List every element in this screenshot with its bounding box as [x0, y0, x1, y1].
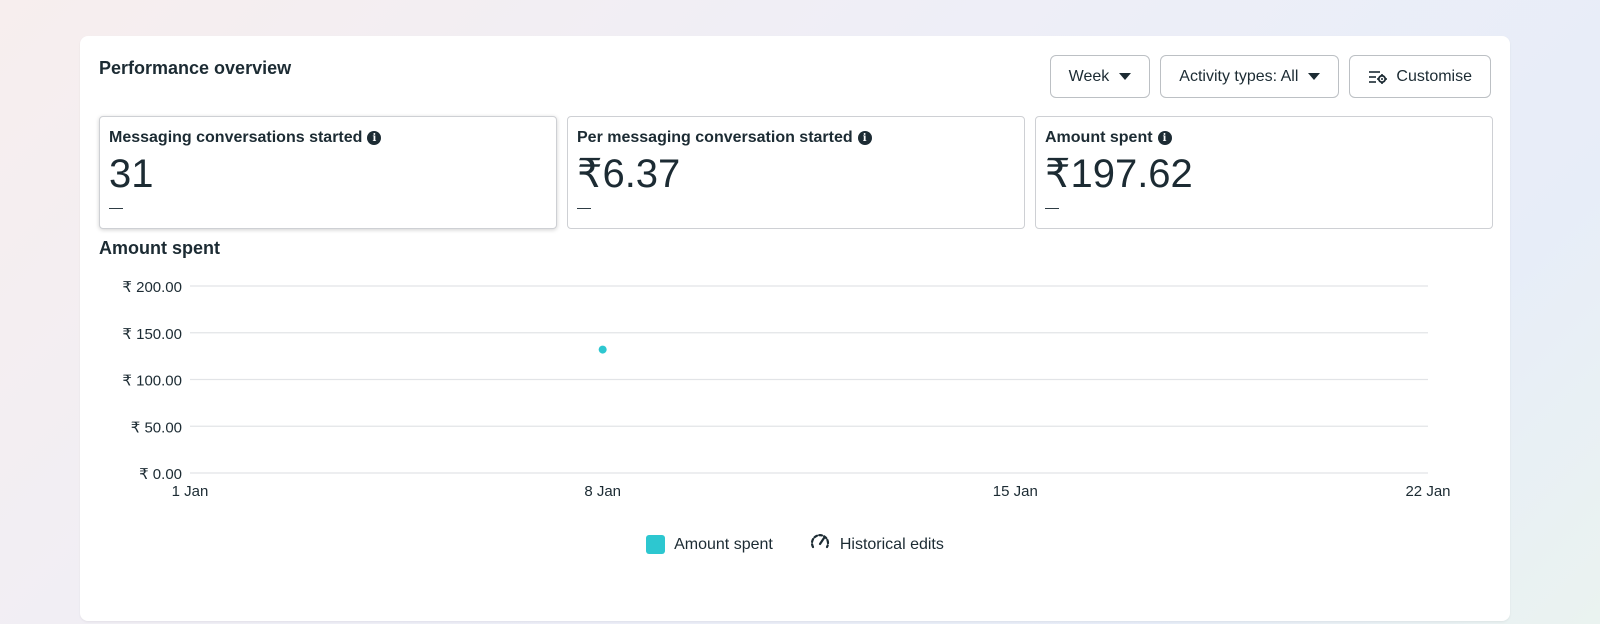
- data-point[interactable]: [598, 345, 607, 354]
- chart-legend: Amount spent Historical edits: [80, 532, 1510, 557]
- y-tick-label: ₹ 100.00: [122, 373, 182, 390]
- x-tick-label: 8 Jan: [584, 483, 621, 500]
- y-tick-label: ₹ 150.00: [122, 326, 182, 343]
- y-tick-label: ₹ 200.00: [122, 279, 182, 296]
- performance-overview-panel: Performance overview Week Activity types…: [80, 36, 1510, 621]
- historical-edits-icon: [809, 532, 831, 557]
- x-tick-label: 22 Jan: [1405, 483, 1450, 500]
- legend-label: Amount spent: [674, 535, 773, 553]
- y-tick-label: ₹ 50.00: [131, 419, 182, 436]
- y-tick-label: ₹ 0.00: [139, 466, 182, 483]
- x-tick-label: 1 Jan: [172, 483, 209, 500]
- legend-item-historical-edits[interactable]: Historical edits: [809, 532, 944, 557]
- legend-item-amount-spent[interactable]: Amount spent: [646, 532, 773, 557]
- amount-spent-chart: ₹ 200.00 ₹ 150.00 ₹ 100.00 ₹ 50.00 ₹ 0.001 J…: [122, 279, 1450, 500]
- legend-swatch: [646, 535, 666, 554]
- legend-label: Historical edits: [839, 535, 944, 553]
- x-tick-label: 15 Jan: [993, 483, 1038, 500]
